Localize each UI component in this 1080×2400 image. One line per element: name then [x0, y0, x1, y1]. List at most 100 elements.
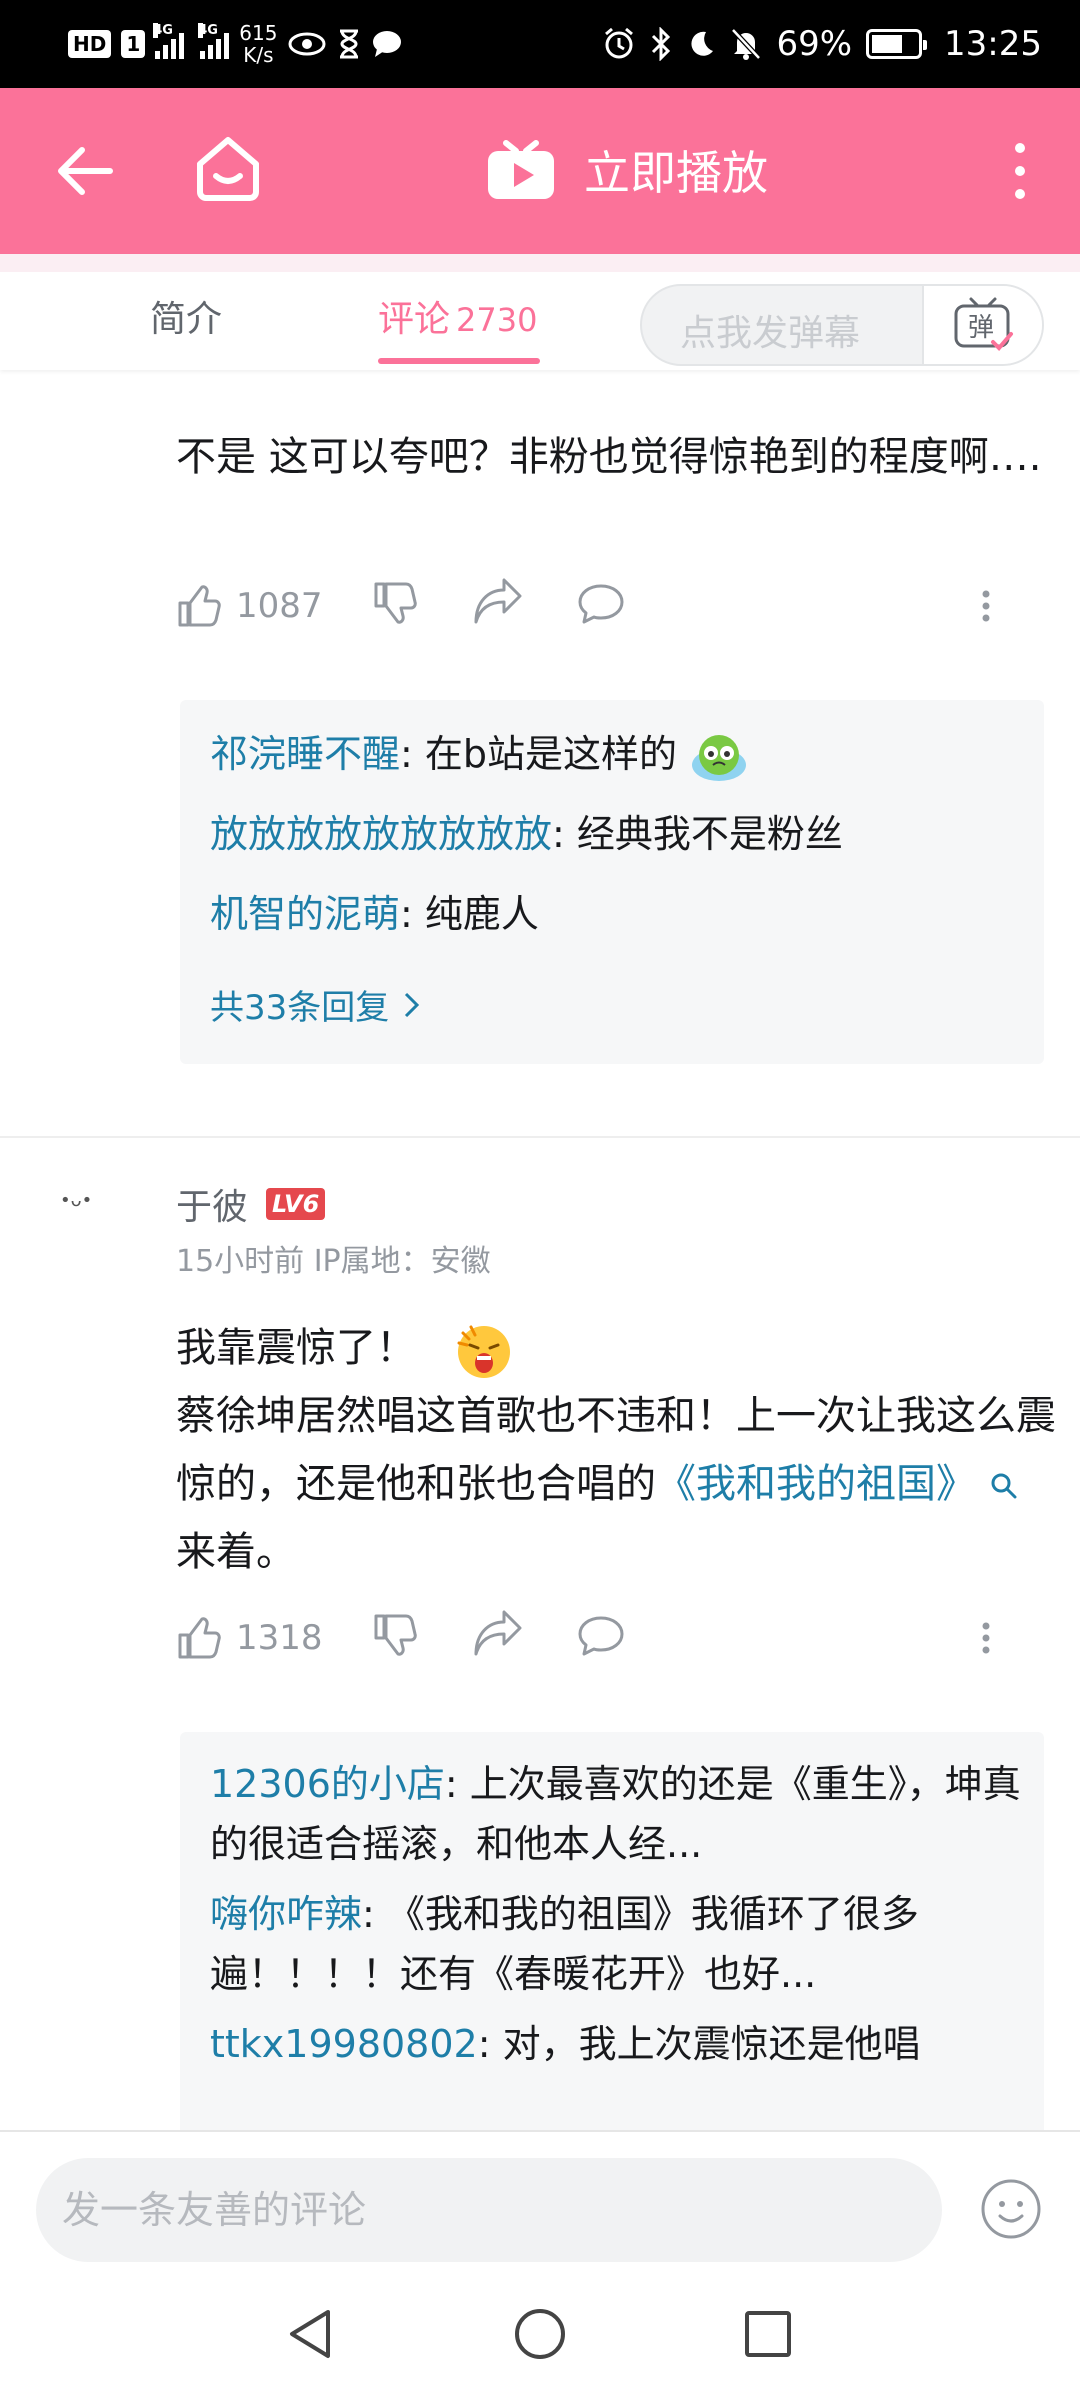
like-count: 1087 [236, 586, 323, 626]
hourglass-icon [340, 29, 359, 59]
reply-text: : 在b站是这样的 [400, 732, 678, 776]
tab-intro[interactable]: 简介 [150, 290, 222, 342]
like-button[interactable]: 1318 [176, 1608, 323, 1668]
crying-emoji-icon [692, 734, 747, 781]
danmaku-toggle-icon: 弹 [954, 297, 1013, 351]
network-type-2: 4G [198, 23, 218, 38]
network-speed: 615 K/s [239, 22, 277, 66]
comment-2-header: 于彼 LV6 [176, 1178, 326, 1230]
comment-meta: 15小时前 IP属地：安徽 [176, 1244, 491, 1279]
reply-item[interactable]: 祁浣睡不醒: 在b站是这样的 [210, 724, 1030, 784]
reply-item[interactable]: ttkx19980802: 对，我上次震惊还是他唱 [210, 2014, 1030, 2074]
reply-text: : 纯鹿人 [400, 892, 539, 936]
eye-icon [288, 32, 326, 56]
battery-fill [872, 35, 903, 53]
play-now-label: 立即播放 [584, 146, 768, 200]
danmaku-toggle-label: 弹 [968, 313, 994, 343]
reply-text: : 经典我不是粉丝 [552, 812, 843, 856]
tab-bar: 简介 评论 2730 点我发弹幕 弹 [0, 254, 1080, 370]
top-app-bar: 立即播放 [0, 88, 1080, 254]
tab-comments-count: 2730 [456, 301, 538, 339]
moon-icon [691, 31, 714, 56]
comment-2-replies[interactable]: 12306的小店: 上次最喜欢的还是《重生》，坤真的很适合摇滚，和他本人经...… [180, 1732, 1044, 2130]
reply-author[interactable]: 放放放放放放放放放 [210, 812, 552, 856]
speed-value: 615 [239, 21, 278, 45]
status-right: 69% 13:25 [602, 20, 1042, 68]
signal-icon: 4G [153, 23, 185, 59]
comment-more-icon[interactable] [976, 576, 996, 636]
back-arrow-icon[interactable] [52, 138, 118, 204]
reply-item[interactable]: 放放放放放放放放放: 经典我不是粉丝 [210, 804, 1030, 864]
reply-bubble-icon[interactable] [576, 1608, 626, 1668]
view-all-replies-label: 共33条回复 [210, 988, 390, 1028]
mute-bell-icon [731, 28, 762, 60]
comment-1-actions: 1087 [176, 576, 1016, 636]
hd-badge: HD [68, 30, 112, 58]
song-link[interactable]: 《我和我的祖国》 [656, 1461, 976, 1507]
thumbs-down-icon[interactable] [372, 576, 418, 636]
comment-input[interactable]: 发一条友善的评论 [36, 2158, 942, 2262]
comment-2-tail: 来着。 [176, 1529, 296, 1575]
reply-item[interactable]: 12306的小店: 上次最喜欢的还是《重生》，坤真的很适合摇滚，和他本人经... [210, 1754, 1030, 1874]
system-nav-bar [0, 2270, 1080, 2400]
battery-icon [866, 29, 928, 59]
thumbs-down-icon[interactable] [372, 1608, 418, 1668]
tab-comments-label: 评论 [378, 299, 451, 340]
comment-more-icon[interactable] [976, 1608, 996, 1668]
status-bar: HD 1 4G 4G 615 K/s 69% 13:25 [0, 0, 1080, 88]
reply-item[interactable]: 嗨你咋辣: 《我和我的祖国》我循环了很多遍！！！！还有《春暖花开》也好... [210, 1884, 1030, 2004]
reply-author[interactable]: 机智的泥萌 [210, 892, 400, 936]
thumbs-up-icon [178, 585, 221, 627]
reply-author[interactable]: 祁浣睡不醒 [210, 732, 400, 776]
like-count: 1318 [236, 1618, 323, 1658]
sim-badge: 1 [121, 30, 146, 58]
comment-1-text: 不是 这可以夸吧？非粉也觉得惊艳到的程度啊…. [176, 434, 1042, 480]
search-link-icon[interactable] [989, 1471, 1019, 1501]
clock: 13:25 [944, 24, 1042, 64]
bluetooth-icon [652, 27, 671, 61]
danmaku-input[interactable]: 点我发弹幕 弹 [640, 284, 1044, 366]
tab-comments[interactable]: 评论 2730 [378, 290, 537, 342]
message-icon [373, 31, 402, 57]
speed-unit: K/s [243, 43, 274, 67]
reply-bubble-icon[interactable] [576, 576, 626, 636]
level-badge: LV6 [266, 1188, 326, 1220]
comment-divider [0, 1136, 1080, 1138]
battery-percent: 69% [776, 24, 853, 64]
comment-2-line1: 我靠震惊了！ [176, 1325, 416, 1371]
avatar[interactable]: •ᴗ• [60, 1190, 110, 1220]
thumbs-up-icon [178, 1617, 221, 1659]
emoji-icon[interactable] [980, 2178, 1042, 2240]
play-now-button[interactable]: 立即播放 [486, 130, 768, 210]
shocked-emoji-icon [457, 1325, 510, 1378]
comment-input-bar: 发一条友善的评论 [0, 2130, 1080, 2270]
comment-1-replies[interactable]: 祁浣睡不醒: 在b站是这样的 放放放放放放放放放: 经典我不是粉丝 机智的泥萌:… [180, 700, 1044, 1064]
alarm-icon [605, 27, 634, 59]
network-type-1: 4G [153, 23, 173, 38]
nav-back-icon[interactable] [280, 2304, 340, 2364]
reply-text: : 对，我上次震惊还是他唱 [477, 2022, 921, 2066]
reply-item[interactable]: 机智的泥萌: 纯鹿人 [210, 884, 1030, 944]
reply-author[interactable]: 嗨你咋辣 [210, 1892, 362, 1936]
nav-recents-icon[interactable] [738, 2304, 798, 2364]
view-all-replies-link[interactable]: 共33条回复 [210, 980, 421, 1029]
comment-2-text: 我靠震惊了！ 蔡徐坤居然唱这首歌也不违和！上一次让我这么震惊的，还是他和张也合唱… [176, 1314, 1056, 1586]
nav-home-icon[interactable] [510, 2304, 570, 2364]
signal-icon: 4G [198, 23, 230, 59]
comment-list[interactable]: 不是 这可以夸吧？非粉也觉得惊艳到的程度啊…. 1087 祁浣睡不醒: 在b站是… [0, 370, 1080, 2130]
danmaku-placeholder: 点我发弹幕 [680, 313, 861, 354]
share-icon[interactable] [472, 576, 522, 636]
username[interactable]: 于彼 [176, 1178, 248, 1230]
more-vertical-icon[interactable] [1000, 138, 1040, 204]
share-icon[interactable] [472, 1608, 522, 1668]
home-icon[interactable] [192, 132, 264, 204]
reply-author[interactable]: 12306的小店 [210, 1762, 445, 1806]
danmaku-toggle-button[interactable]: 弹 [922, 286, 1042, 364]
tab-indicator [378, 358, 540, 364]
like-button[interactable]: 1087 [176, 576, 323, 636]
comment-2-actions: 1318 [176, 1608, 1016, 1668]
chevron-right-icon [405, 992, 420, 1017]
tv-play-icon [488, 140, 554, 199]
status-left: HD 1 4G 4G 615 K/s [68, 20, 403, 68]
reply-author[interactable]: ttkx19980802 [210, 2022, 478, 2066]
